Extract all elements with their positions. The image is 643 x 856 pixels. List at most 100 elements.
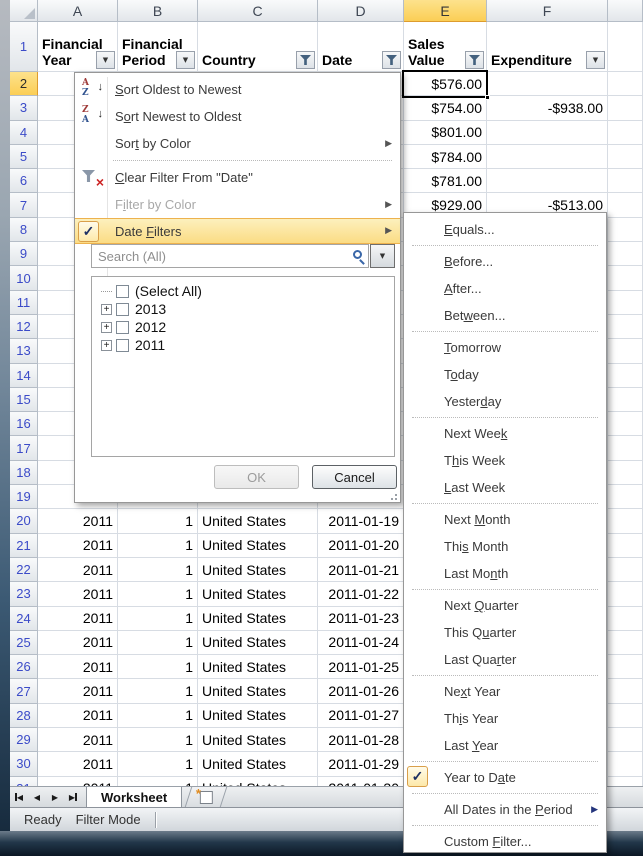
cell-B22[interactable]: 1	[118, 558, 198, 582]
header-financial-period[interactable]: Financial Period ▼	[118, 22, 198, 72]
tree-item-2013[interactable]: +2013	[92, 300, 394, 318]
cell-C23[interactable]: United States	[198, 582, 318, 606]
row-header-20[interactable]: 20	[10, 509, 38, 533]
row-header-9[interactable]: 9	[10, 242, 38, 266]
cell-F4[interactable]	[487, 121, 608, 145]
row-header-4[interactable]: 4	[10, 121, 38, 145]
cell-E3[interactable]: $754.00	[404, 96, 487, 120]
cell-C28[interactable]: United States	[198, 704, 318, 728]
submenu-item-last-quarter[interactable]: Last Quarter	[404, 646, 606, 673]
column-header-g[interactable]	[608, 0, 643, 22]
cell-E4[interactable]: $801.00	[404, 121, 487, 145]
cell-B29[interactable]: 1	[118, 728, 198, 752]
cell-A30[interactable]: 2011	[38, 752, 118, 776]
cell-G20[interactable]	[608, 509, 643, 533]
submenu-item-between[interactable]: Between...	[404, 302, 606, 329]
cell-B30[interactable]: 1	[118, 752, 198, 776]
row-header-23[interactable]: 23	[10, 582, 38, 606]
checkbox[interactable]	[116, 285, 129, 298]
cell-E6[interactable]: $781.00	[404, 169, 487, 193]
submenu-item-after[interactable]: After...	[404, 275, 606, 302]
menu-item-sort-by-color[interactable]: Sort by Color▶	[75, 130, 400, 157]
cell-C24[interactable]: United States	[198, 607, 318, 631]
row-header-30[interactable]: 30	[10, 752, 38, 776]
cell-G27[interactable]	[608, 679, 643, 703]
cell-G12[interactable]	[608, 315, 643, 339]
column-header-D[interactable]: D	[318, 0, 404, 22]
filter-button-sales-value[interactable]	[465, 51, 484, 69]
cell-G2[interactable]	[608, 72, 643, 96]
cell-A21[interactable]: 2011	[38, 534, 118, 558]
filter-button-date[interactable]	[382, 51, 401, 69]
cell-F5[interactable]	[487, 145, 608, 169]
row-header-12[interactable]: 12	[10, 315, 38, 339]
cell-G8[interactable]	[608, 218, 643, 242]
expand-icon[interactable]: +	[101, 322, 112, 333]
cell-D27[interactable]: 2011-01-26	[318, 679, 404, 703]
cell-G22[interactable]	[608, 558, 643, 582]
expand-icon[interactable]: +	[101, 340, 112, 351]
submenu-item-next-quarter[interactable]: Next Quarter	[404, 592, 606, 619]
cell-G29[interactable]	[608, 728, 643, 752]
filter-button-country[interactable]	[296, 51, 315, 69]
row-header-27[interactable]: 27	[10, 679, 38, 703]
header-sales-value[interactable]: Sales Value	[404, 22, 487, 72]
submenu-item-next-year[interactable]: Next Year	[404, 678, 606, 705]
row-header-15[interactable]: 15	[10, 388, 38, 412]
row-header-14[interactable]: 14	[10, 364, 38, 388]
menu-item-sort-newest-to-oldest[interactable]: ZA↓Sort Newest to Oldest	[75, 103, 400, 130]
cell-B24[interactable]: 1	[118, 607, 198, 631]
submenu-item-equals[interactable]: Equals...	[404, 216, 606, 243]
expand-icon[interactable]: +	[101, 304, 112, 315]
cell-C31[interactable]: United States	[198, 777, 318, 786]
cell-F2[interactable]	[487, 72, 608, 96]
cell-G6[interactable]	[608, 169, 643, 193]
cell-F3[interactable]: -$938.00	[487, 96, 608, 120]
submenu-item-custom-filter[interactable]: Custom Filter...	[404, 828, 606, 855]
cell-G7[interactable]	[608, 193, 643, 217]
row-header-29[interactable]: 29	[10, 728, 38, 752]
cell-D26[interactable]: 2011-01-25	[318, 655, 404, 679]
cell-A28[interactable]: 2011	[38, 704, 118, 728]
cell-C22[interactable]: United States	[198, 558, 318, 582]
submenu-item-all-dates-in-the-period[interactable]: All Dates in the Period▶	[404, 796, 606, 823]
cell-G28[interactable]	[608, 704, 643, 728]
cell-D25[interactable]: 2011-01-24	[318, 631, 404, 655]
search-options-button[interactable]: ▼	[370, 244, 395, 268]
cell-C29[interactable]: United States	[198, 728, 318, 752]
cell-G30[interactable]	[608, 752, 643, 776]
first-sheet-button[interactable]: ◀	[10, 787, 28, 807]
cell-D23[interactable]: 2011-01-22	[318, 582, 404, 606]
header-country[interactable]: Country	[198, 22, 318, 72]
tree-item-2012[interactable]: +2012	[92, 318, 394, 336]
menu-item-clear-filter-from-date[interactable]: ×Clear Filter From "Date"	[75, 164, 400, 191]
cell-F6[interactable]	[487, 169, 608, 193]
cell-C30[interactable]: United States	[198, 752, 318, 776]
cell-D31[interactable]: 2011-01-30	[318, 777, 404, 786]
submenu-item-this-week[interactable]: This Week	[404, 447, 606, 474]
menu-item-date-filters[interactable]: ✓Date Filters▶	[75, 218, 400, 244]
insert-worksheet-tab[interactable]	[185, 787, 227, 807]
cell-A25[interactable]: 2011	[38, 631, 118, 655]
cell-A22[interactable]: 2011	[38, 558, 118, 582]
cell-G3[interactable]	[608, 96, 643, 120]
cell-C27[interactable]: United States	[198, 679, 318, 703]
row-header-28[interactable]: 28	[10, 704, 38, 728]
row-header-6[interactable]: 6	[10, 169, 38, 193]
cell-B21[interactable]: 1	[118, 534, 198, 558]
submenu-item-before[interactable]: Before...	[404, 248, 606, 275]
header-financial-year[interactable]: Financial Year ▼	[38, 22, 118, 72]
previous-sheet-button[interactable]: ◀	[28, 787, 46, 807]
cell-B25[interactable]: 1	[118, 631, 198, 655]
menu-item-filter-by-color[interactable]: Filter by Color▶	[75, 191, 400, 218]
cell-A23[interactable]: 2011	[38, 582, 118, 606]
submenu-item-tomorrow[interactable]: Tomorrow	[404, 334, 606, 361]
cell-G31[interactable]	[608, 777, 643, 786]
cell-E2[interactable]: $576.00	[404, 72, 487, 96]
column-header-C[interactable]: C	[198, 0, 318, 22]
tree-item-select-all[interactable]: (Select All)	[92, 282, 394, 300]
row-header-26[interactable]: 26	[10, 655, 38, 679]
row-header-21[interactable]: 21	[10, 534, 38, 558]
column-header-E[interactable]: E	[404, 0, 487, 22]
submenu-item-last-year[interactable]: Last Year	[404, 732, 606, 759]
